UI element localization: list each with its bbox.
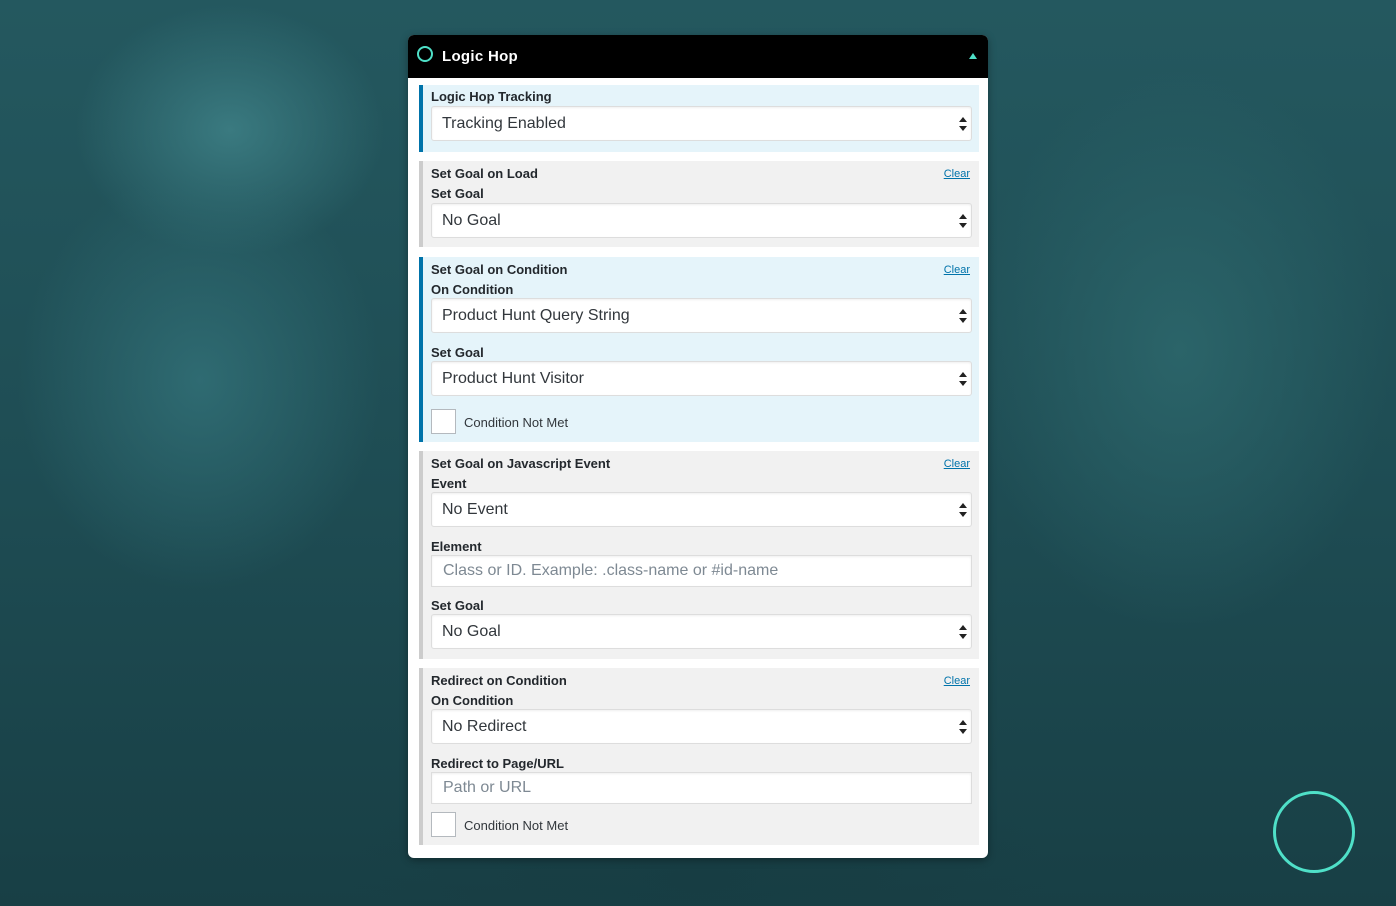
logic-hop-panel: Logic Hop Logic Hop Tracking Tracking En…	[408, 35, 988, 858]
redirect-on-condition-clear-link[interactable]: Clear	[944, 675, 970, 687]
redirect-on-condition-condition-select[interactable]: No Redirect	[431, 709, 972, 744]
triangle-up-icon[interactable]	[969, 53, 977, 59]
goal-on-load-select-value: No Goal	[442, 212, 501, 229]
tracking-label: Logic Hop Tracking	[431, 89, 552, 104]
select-arrows-icon	[959, 117, 967, 132]
goal-on-condition-clear-link[interactable]: Clear	[944, 264, 970, 276]
goal-on-js-event-event-label: Event	[431, 476, 467, 491]
select-arrows-icon	[959, 309, 967, 324]
redirect-on-condition-url-label: Redirect to Page/URL	[431, 756, 564, 771]
goal-on-load-goal-label: Set Goal	[431, 186, 484, 201]
goal-on-js-event-goal-select[interactable]: No Goal	[431, 614, 972, 649]
goal-on-load-clear-link[interactable]: Clear	[944, 168, 970, 180]
goal-on-js-event-event-select[interactable]: No Event	[431, 492, 972, 527]
goal-on-condition-goal-select[interactable]: Product Hunt Visitor	[431, 361, 972, 396]
logic-hop-ring-icon	[417, 46, 433, 62]
select-arrows-icon	[959, 503, 967, 518]
goal-on-js-event-event-value: No Event	[442, 501, 508, 518]
select-arrows-icon	[959, 372, 967, 387]
redirect-on-condition-condition-label: On Condition	[431, 693, 514, 708]
goal-on-load-section: Set Goal on Load Clear Set Goal No Goal	[419, 161, 979, 247]
goal-on-condition-title: Set Goal on Condition	[431, 262, 568, 277]
redirect-url-input[interactable]	[431, 772, 972, 804]
redirect-on-condition-title: Redirect on Condition	[431, 673, 567, 688]
goal-on-condition-condition-label: On Condition	[431, 282, 514, 297]
select-arrows-icon	[959, 214, 967, 229]
goal-on-load-select[interactable]: No Goal	[431, 203, 972, 238]
redirect-not-met-checkbox[interactable]	[431, 812, 456, 837]
redirect-on-condition-section: Redirect on Condition Clear On Condition…	[419, 668, 979, 845]
goal-on-js-event-section: Set Goal on Javascript Event Clear Event…	[419, 451, 979, 659]
redirect-on-condition-condition-value: No Redirect	[442, 718, 527, 735]
goal-on-condition-section: Set Goal on Condition Clear On Condition…	[419, 257, 979, 442]
goal-on-js-event-element-label: Element	[431, 539, 482, 554]
goal-on-js-event-clear-link[interactable]: Clear	[944, 458, 970, 470]
select-arrows-icon	[959, 720, 967, 735]
goal-on-js-event-element-input[interactable]	[431, 555, 972, 587]
goal-on-condition-condition-value: Product Hunt Query String	[442, 307, 630, 324]
goal-on-js-event-goal-value: No Goal	[442, 623, 501, 640]
goal-on-condition-goal-label: Set Goal	[431, 345, 484, 360]
tracking-select-value: Tracking Enabled	[442, 115, 566, 132]
redirect-not-met-label: Condition Not Met	[464, 818, 569, 833]
goal-on-condition-goal-value: Product Hunt Visitor	[442, 370, 584, 387]
tracking-select[interactable]: Tracking Enabled	[431, 106, 972, 141]
goal-on-condition-not-met-checkbox[interactable]	[431, 409, 456, 434]
goal-on-load-title: Set Goal on Load	[431, 166, 538, 181]
goal-on-condition-not-met-label: Condition Not Met	[464, 415, 569, 430]
select-arrows-icon	[959, 625, 967, 640]
decorative-ring-icon	[1273, 791, 1355, 873]
panel-header[interactable]: Logic Hop	[408, 35, 988, 78]
goal-on-js-event-title: Set Goal on Javascript Event	[431, 456, 611, 471]
goal-on-condition-condition-select[interactable]: Product Hunt Query String	[431, 298, 972, 333]
tracking-section: Logic Hop Tracking Tracking Enabled	[419, 85, 979, 152]
panel-title: Logic Hop	[442, 48, 519, 65]
goal-on-js-event-goal-label: Set Goal	[431, 598, 484, 613]
